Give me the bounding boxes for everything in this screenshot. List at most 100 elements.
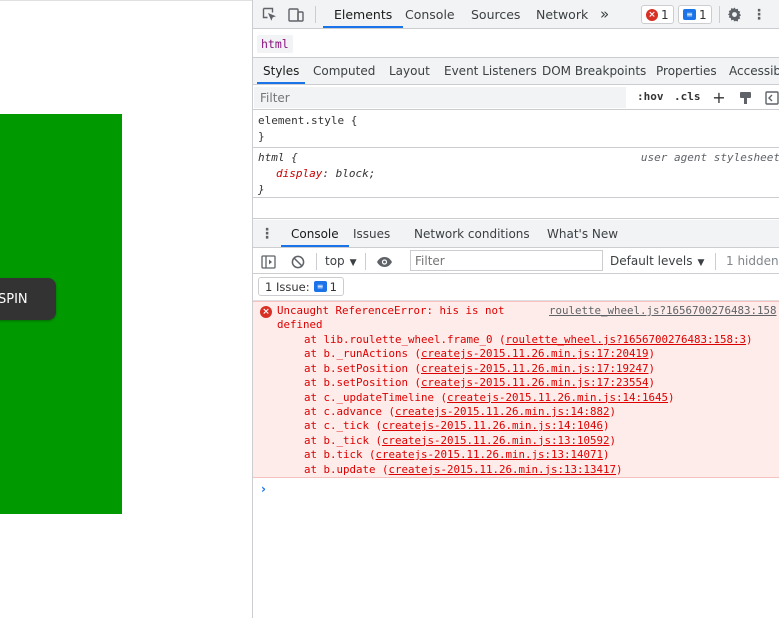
tab-styles[interactable]: Styles	[257, 58, 306, 84]
tab-issues[interactable]: Issues	[353, 220, 390, 247]
tab-dom-breakpoints[interactable]: DOM Breakpoints	[542, 58, 646, 84]
stack-frame-function: at b._tick (	[304, 433, 383, 447]
styles-filter-bar: :hov .cls +	[253, 86, 779, 110]
context-label: top	[325, 254, 345, 268]
styles-empty-area	[253, 199, 779, 219]
tab-network[interactable]: Network	[536, 0, 588, 28]
error-source-link[interactable]: roulette_wheel.js?1656700276483:158	[549, 304, 777, 318]
stack-frame-function: at lib.roulette_wheel.frame_0 (	[304, 333, 506, 346]
stack-frame-close: )	[609, 405, 617, 418]
stack-frame-link[interactable]: createjs-2015.11.26.min.js:13:10592	[382, 434, 610, 447]
error-count: 1	[661, 7, 669, 22]
property-value: block;	[335, 167, 376, 180]
cls-toggle[interactable]: .cls	[674, 90, 701, 103]
tab-computed[interactable]: Computed	[313, 58, 375, 84]
styles-filter-input[interactable]	[254, 87, 626, 108]
stack-frame-close: )	[648, 376, 656, 390]
issue-icon: ≡	[313, 281, 327, 292]
stack-frame-function: at b._runActions (	[304, 347, 422, 361]
rule-close: }	[258, 130, 265, 143]
toolbar-separator	[719, 6, 720, 23]
tab-console[interactable]: Console	[405, 0, 455, 28]
console-filter-input[interactable]	[410, 250, 603, 271]
stack-frame-function: at b.tick (	[304, 448, 376, 462]
breadcrumb: html	[253, 30, 779, 58]
issues-bar: 1 Issue: ≡ 1	[253, 274, 779, 301]
tab-drawer-console[interactable]: Console	[281, 220, 349, 247]
property-colon: :	[322, 167, 336, 180]
tab-whats-new[interactable]: What's New	[547, 220, 618, 247]
more-tabs-icon[interactable]: »	[600, 0, 609, 28]
live-expression-eye-icon[interactable]	[375, 253, 393, 270]
error-circle-icon: ×	[260, 306, 272, 318]
stack-frame-link[interactable]: createjs-2015.11.26.min.js:17:19247	[421, 362, 649, 375]
spin-button[interactable]: SPIN	[0, 278, 56, 320]
message-count-badge[interactable]: ≡ 1	[678, 5, 712, 24]
stack-frame: at c.advance (createjs-2015.11.26.min.js…	[304, 405, 616, 419]
toolbar-separator	[315, 6, 316, 23]
console-toolbar: top ▼ Default levels ▼ 1 hidden	[253, 249, 779, 274]
stack-frame-link[interactable]: createjs-2015.11.26.min.js:17:20419	[421, 347, 649, 360]
stack-frame: at b._tick (createjs-2015.11.26.min.js:1…	[304, 434, 616, 448]
breadcrumb-item-html[interactable]: html	[257, 35, 293, 53]
tab-network-conditions[interactable]: Network conditions	[414, 220, 530, 247]
stack-frame-close: )	[603, 419, 610, 433]
drawer-menu-icon[interactable]: ⋮	[260, 226, 274, 242]
rule-selector[interactable]: element.style {	[258, 113, 779, 129]
stack-frame-link[interactable]: createjs-2015.11.26.min.js:17:23554	[421, 376, 649, 389]
hov-toggle[interactable]: :hov	[637, 90, 664, 103]
issues-badge[interactable]: 1 Issue: ≡ 1	[258, 277, 344, 296]
devtools-main-toolbar: Elements Console Sources Network » × 1 ≡…	[253, 0, 779, 29]
context-selector[interactable]: top ▼	[325, 249, 357, 274]
tab-layout[interactable]: Layout	[389, 58, 430, 84]
rule-property[interactable]: display: block;	[258, 166, 779, 182]
stack-frame: at c._updateTimeline (createjs-2015.11.2…	[304, 391, 675, 405]
color-format-icon[interactable]	[738, 90, 752, 105]
stack-frame-function: at c._updateTimeline (	[304, 390, 448, 404]
error-text-cont: defined	[277, 318, 323, 332]
stack-frame-link[interactable]: createjs-2015.11.26.min.js:13:14071	[376, 448, 604, 461]
stack-frame: at b.update (createjs-2015.11.26.min.js:…	[304, 463, 623, 477]
stack-frame-close: )	[746, 333, 753, 346]
tab-elements[interactable]: Elements	[323, 0, 404, 28]
error-icon: ×	[646, 8, 658, 21]
stack-frame-link[interactable]: createjs-2015.11.26.min.js:13:13417	[389, 463, 617, 476]
devtools-panel: Elements Console Sources Network » × 1 ≡…	[252, 0, 779, 618]
error-text: Uncaught ReferenceError: his is not	[277, 304, 505, 317]
console-prompt[interactable]: ›	[261, 482, 266, 496]
inspect-element-icon[interactable]	[261, 6, 278, 23]
stack-frame-close: )	[609, 433, 617, 447]
stack-frame: at b.setPosition (createjs-2015.11.26.mi…	[304, 376, 655, 390]
stack-frame-close: )	[603, 448, 610, 462]
stack-frame: at lib.roulette_wheel.frame_0 (roulette_…	[304, 333, 753, 347]
styles-subtabs: Styles Computed Layout Event Listeners D…	[253, 58, 779, 85]
spin-button-label: SPIN	[0, 291, 28, 307]
log-levels-dropdown[interactable]: Default levels ▼	[610, 249, 704, 274]
stack-frame-function: at b.setPosition (	[304, 361, 422, 375]
console-error-message: × Uncaught ReferenceError: his is not ro…	[253, 301, 779, 478]
page-top-border	[0, 0, 252, 1]
stack-frame-close: )	[648, 347, 656, 361]
stack-frame-link[interactable]: roulette_wheel.js?1656700276483:158:3	[506, 333, 747, 346]
error-count-badge[interactable]: × 1	[641, 5, 674, 24]
stack-frame: at b.tick (createjs-2015.11.26.min.js:13…	[304, 448, 610, 462]
toggle-sidebar-icon[interactable]	[764, 90, 779, 105]
gear-icon[interactable]	[726, 6, 743, 23]
show-sidebar-icon[interactable]	[260, 253, 277, 270]
toolbar-separator	[715, 253, 716, 270]
device-toolbar-icon[interactable]	[287, 6, 304, 23]
tab-accessibility[interactable]: Accessibility	[729, 58, 779, 84]
stack-frame: at b.setPosition (createjs-2015.11.26.mi…	[304, 362, 655, 376]
stack-frame: at b._runActions (createjs-2015.11.26.mi…	[304, 347, 655, 361]
add-style-rule-icon[interactable]: +	[711, 88, 727, 107]
more-options-icon[interactable]: ⋮	[751, 6, 767, 23]
tab-sources[interactable]: Sources	[471, 0, 520, 28]
tab-properties[interactable]: Properties	[656, 58, 717, 84]
stack-frame-close: )	[648, 361, 656, 375]
stack-frame: at c._tick (createjs-2015.11.26.min.js:1…	[304, 419, 610, 433]
stack-frame-link[interactable]: createjs-2015.11.26.min.js:14:1645	[447, 391, 668, 404]
tab-event-listeners[interactable]: Event Listeners	[444, 58, 537, 84]
stack-frame-link[interactable]: createjs-2015.11.26.min.js:14:882	[395, 405, 610, 418]
clear-console-icon[interactable]	[289, 253, 306, 270]
stack-frame-link[interactable]: createjs-2015.11.26.min.js:14:1046	[382, 419, 603, 432]
